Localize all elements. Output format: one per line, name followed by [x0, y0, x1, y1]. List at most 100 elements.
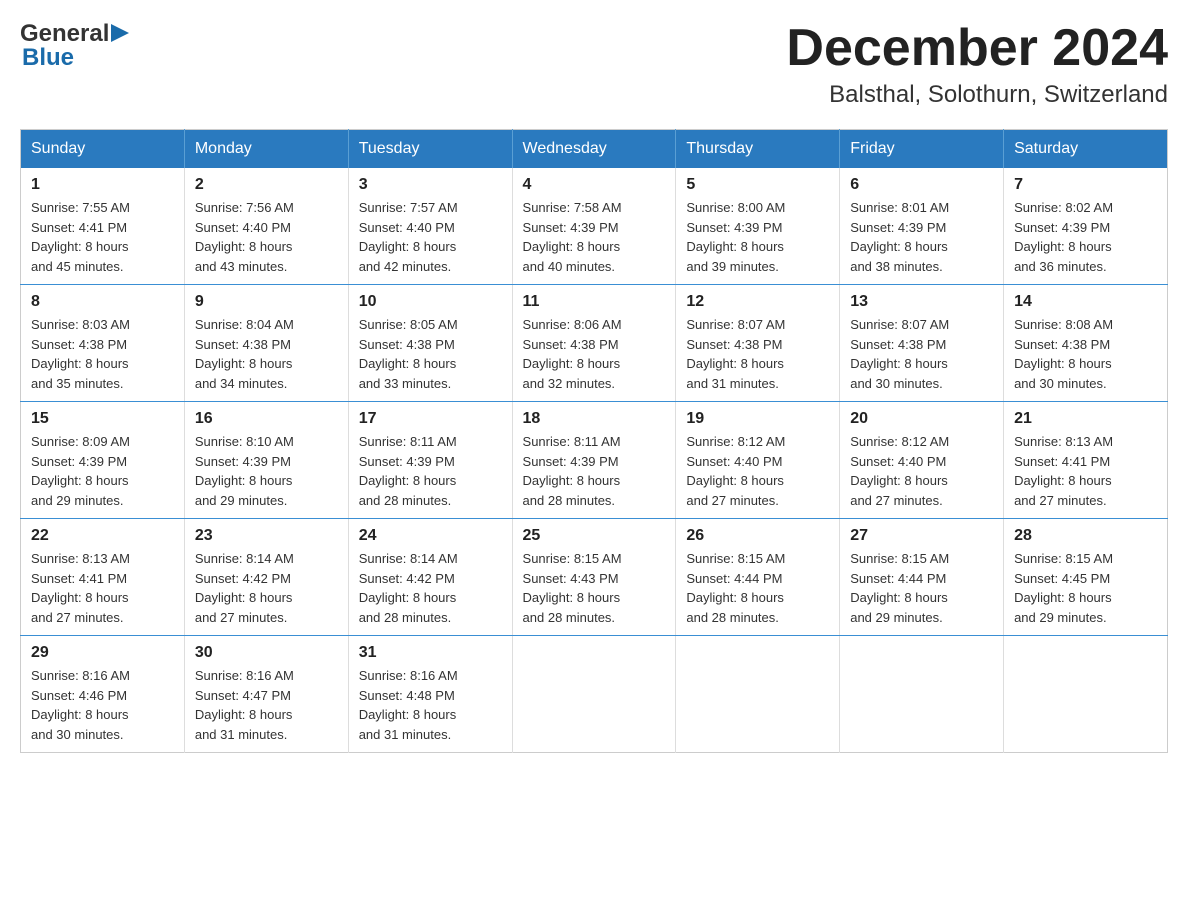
day-info: Sunrise: 8:11 AMSunset: 4:39 PMDaylight:… [359, 432, 502, 510]
calendar-cell: 20 Sunrise: 8:12 AMSunset: 4:40 PMDayligh… [840, 402, 1004, 519]
day-info: Sunrise: 8:09 AMSunset: 4:39 PMDaylight:… [31, 432, 174, 510]
day-number: 11 [523, 293, 666, 311]
calendar-cell: 11Sunrise: 8:06 AMSunset: 4:38 PMDayligh… [512, 285, 676, 402]
calendar-cell: 29 Sunrise: 8:16 AMSunset: 4:46 PMDayligh… [21, 636, 185, 753]
week-row-1: 1 Sunrise: 7:55 AMSunset: 4:41 PMDaylight… [21, 168, 1168, 285]
day-number: 21 [1014, 410, 1157, 428]
day-number: 19 [686, 410, 829, 428]
day-info: Sunrise: 8:15 AMSunset: 4:44 PMDaylight:… [850, 549, 993, 627]
day-number: 5 [686, 176, 829, 194]
day-number: 6 [850, 176, 993, 194]
weekday-header-friday: Friday [840, 130, 1004, 169]
calendar-cell: 21 Sunrise: 8:13 AMSunset: 4:41 PMDayligh… [1004, 402, 1168, 519]
calendar-cell: 26 Sunrise: 8:15 AMSunset: 4:44 PMDayligh… [676, 519, 840, 636]
day-info: Sunrise: 8:16 AMSunset: 4:48 PMDaylight:… [359, 666, 502, 744]
day-info: Sunrise: 8:15 AMSunset: 4:45 PMDaylight:… [1014, 549, 1157, 627]
day-number: 17 [359, 410, 502, 428]
day-info: Sunrise: 8:01 AMSunset: 4:39 PMDaylight:… [850, 198, 993, 276]
week-row-2: 8 Sunrise: 8:03 AMSunset: 4:38 PMDaylight… [21, 285, 1168, 402]
calendar-cell [512, 636, 676, 753]
day-info: Sunrise: 7:55 AMSunset: 4:41 PMDaylight:… [31, 198, 174, 276]
day-info: Sunrise: 8:02 AMSunset: 4:39 PMDaylight:… [1014, 198, 1157, 276]
day-number: 25 [523, 527, 666, 545]
day-info: Sunrise: 8:13 AMSunset: 4:41 PMDaylight:… [1014, 432, 1157, 510]
day-number: 18 [523, 410, 666, 428]
page-header: General Blue December 2024 Balsthal, Sol… [20, 20, 1168, 109]
logo-blue-text: Blue [22, 44, 133, 72]
location-title: Balsthal, Solothurn, Switzerland [786, 81, 1168, 109]
calendar-cell: 30 Sunrise: 8:16 AMSunset: 4:47 PMDayligh… [184, 636, 348, 753]
calendar-cell: 3 Sunrise: 7:57 AMSunset: 4:40 PMDaylight… [348, 168, 512, 285]
calendar-cell [1004, 636, 1168, 753]
day-info: Sunrise: 8:07 AMSunset: 4:38 PMDaylight:… [686, 315, 829, 393]
day-number: 12 [686, 293, 829, 311]
calendar-cell: 1 Sunrise: 7:55 AMSunset: 4:41 PMDaylight… [21, 168, 185, 285]
calendar-cell [676, 636, 840, 753]
day-number: 22 [31, 527, 174, 545]
calendar-cell: 14 Sunrise: 8:08 AMSunset: 4:38 PMDayligh… [1004, 285, 1168, 402]
day-info: Sunrise: 8:12 AMSunset: 4:40 PMDaylight:… [850, 432, 993, 510]
day-info: Sunrise: 7:57 AMSunset: 4:40 PMDaylight:… [359, 198, 502, 276]
day-number: 8 [31, 293, 174, 311]
day-info: Sunrise: 8:13 AMSunset: 4:41 PMDaylight:… [31, 549, 174, 627]
day-info: Sunrise: 8:15 AMSunset: 4:44 PMDaylight:… [686, 549, 829, 627]
week-row-4: 22 Sunrise: 8:13 AMSunset: 4:41 PMDayligh… [21, 519, 1168, 636]
day-info: Sunrise: 8:16 AMSunset: 4:47 PMDaylight:… [195, 666, 338, 744]
day-info: Sunrise: 8:16 AMSunset: 4:46 PMDaylight:… [31, 666, 174, 744]
day-info: Sunrise: 7:58 AMSunset: 4:39 PMDaylight:… [523, 198, 666, 276]
day-number: 1 [31, 176, 174, 194]
day-number: 4 [523, 176, 666, 194]
day-info: Sunrise: 8:00 AMSunset: 4:39 PMDaylight:… [686, 198, 829, 276]
weekday-header-thursday: Thursday [676, 130, 840, 169]
day-info: Sunrise: 8:05 AMSunset: 4:38 PMDaylight:… [359, 315, 502, 393]
week-row-3: 15Sunrise: 8:09 AMSunset: 4:39 PMDayligh… [21, 402, 1168, 519]
calendar-cell: 10 Sunrise: 8:05 AMSunset: 4:38 PMDayligh… [348, 285, 512, 402]
calendar-cell: 28Sunrise: 8:15 AMSunset: 4:45 PMDayligh… [1004, 519, 1168, 636]
day-number: 31 [359, 644, 502, 662]
day-info: Sunrise: 8:11 AMSunset: 4:39 PMDaylight:… [523, 432, 666, 510]
day-info: Sunrise: 8:08 AMSunset: 4:38 PMDaylight:… [1014, 315, 1157, 393]
weekday-header-sunday: Sunday [21, 130, 185, 169]
calendar-cell: 13Sunrise: 8:07 AMSunset: 4:38 PMDayligh… [840, 285, 1004, 402]
day-info: Sunrise: 8:04 AMSunset: 4:38 PMDaylight:… [195, 315, 338, 393]
day-number: 16 [195, 410, 338, 428]
calendar-cell: 16 Sunrise: 8:10 AMSunset: 4:39 PMDayligh… [184, 402, 348, 519]
day-number: 29 [31, 644, 174, 662]
calendar-cell: 27Sunrise: 8:15 AMSunset: 4:44 PMDayligh… [840, 519, 1004, 636]
weekday-header-wednesday: Wednesday [512, 130, 676, 169]
calendar-cell: 31 Sunrise: 8:16 AMSunset: 4:48 PMDayligh… [348, 636, 512, 753]
calendar-cell: 25 Sunrise: 8:15 AMSunset: 4:43 PMDayligh… [512, 519, 676, 636]
calendar-cell: 12 Sunrise: 8:07 AMSunset: 4:38 PMDayligh… [676, 285, 840, 402]
day-info: Sunrise: 8:15 AMSunset: 4:43 PMDaylight:… [523, 549, 666, 627]
day-number: 7 [1014, 176, 1157, 194]
day-info: Sunrise: 8:03 AMSunset: 4:38 PMDaylight:… [31, 315, 174, 393]
calendar-cell: 2 Sunrise: 7:56 AMSunset: 4:40 PMDaylight… [184, 168, 348, 285]
day-info: Sunrise: 8:12 AMSunset: 4:40 PMDaylight:… [686, 432, 829, 510]
day-number: 3 [359, 176, 502, 194]
calendar-cell: 5 Sunrise: 8:00 AMSunset: 4:39 PMDaylight… [676, 168, 840, 285]
calendar-cell: 23Sunrise: 8:14 AMSunset: 4:42 PMDayligh… [184, 519, 348, 636]
calendar-cell: 7 Sunrise: 8:02 AMSunset: 4:39 PMDaylight… [1004, 168, 1168, 285]
day-number: 20 [850, 410, 993, 428]
day-info: Sunrise: 7:56 AMSunset: 4:40 PMDaylight:… [195, 198, 338, 276]
day-number: 14 [1014, 293, 1157, 311]
calendar-cell: 22 Sunrise: 8:13 AMSunset: 4:41 PMDayligh… [21, 519, 185, 636]
month-title: December 2024 [786, 20, 1168, 77]
calendar-cell: 9Sunrise: 8:04 AMSunset: 4:38 PMDaylight… [184, 285, 348, 402]
calendar-cell: 8 Sunrise: 8:03 AMSunset: 4:38 PMDaylight… [21, 285, 185, 402]
weekday-header-monday: Monday [184, 130, 348, 169]
calendar-cell [840, 636, 1004, 753]
day-number: 10 [359, 293, 502, 311]
calendar-cell: 4 Sunrise: 7:58 AMSunset: 4:39 PMDaylight… [512, 168, 676, 285]
day-number: 2 [195, 176, 338, 194]
calendar-cell: 15Sunrise: 8:09 AMSunset: 4:39 PMDayligh… [21, 402, 185, 519]
logo-arrow-icon [111, 22, 133, 44]
logo: General Blue [20, 20, 133, 72]
calendar-cell: 18 Sunrise: 8:11 AMSunset: 4:39 PMDayligh… [512, 402, 676, 519]
day-number: 24 [359, 527, 502, 545]
day-number: 30 [195, 644, 338, 662]
day-number: 26 [686, 527, 829, 545]
calendar-cell: 17 Sunrise: 8:11 AMSunset: 4:39 PMDayligh… [348, 402, 512, 519]
day-info: Sunrise: 8:14 AMSunset: 4:42 PMDaylight:… [359, 549, 502, 627]
day-info: Sunrise: 8:10 AMSunset: 4:39 PMDaylight:… [195, 432, 338, 510]
